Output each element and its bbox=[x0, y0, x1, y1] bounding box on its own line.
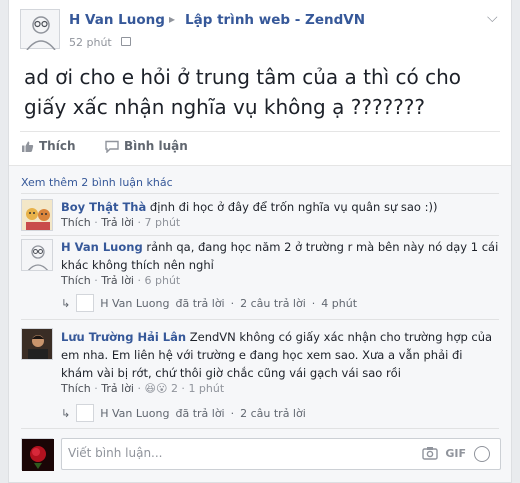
reply-summary[interactable]: ↳ H Van Luong đã trả lời · 2 câu trả lời bbox=[61, 404, 306, 422]
post-group-link[interactable]: Lập trình web - ZendVN bbox=[185, 12, 365, 28]
reply-avatar bbox=[76, 404, 95, 422]
comment-body: H Van Luong rảnh qa, đang học năm 2 ở tr… bbox=[61, 238, 501, 274]
comment-text: định đi học ở đây để trốn nghĩa vụ quân … bbox=[149, 200, 438, 214]
view-more-comments-link[interactable]: Xem thêm 2 bình luận khác bbox=[21, 176, 173, 189]
chevron-down-icon[interactable]: ⌵ bbox=[487, 10, 498, 26]
comment-meta: Thích · Trả lời · 6 phút bbox=[61, 274, 181, 287]
divider bbox=[21, 235, 499, 236]
comment-meta: Thích · Trả lời · 7 phút bbox=[61, 216, 181, 229]
reply-arrow-icon: ↳ bbox=[61, 296, 71, 310]
commenter-name[interactable]: Lưu Trường Hải Lân bbox=[61, 330, 186, 344]
comment-input[interactable] bbox=[68, 446, 398, 460]
comment-composer[interactable]: GIF bbox=[61, 438, 501, 470]
reply-arrow-icon: ↳ bbox=[61, 406, 71, 420]
comment-body: Lưu Trường Hải Lân ZendVN không có giấy … bbox=[61, 328, 496, 382]
like-label: Thích bbox=[39, 139, 76, 153]
comment-like-link[interactable]: Thích bbox=[61, 382, 91, 395]
commenter-name[interactable]: H Van Luong bbox=[61, 240, 143, 254]
group-privacy-icon bbox=[121, 37, 131, 46]
post-body: ad ơi cho e hỏi ở trung tâm của a thì có… bbox=[24, 65, 462, 119]
current-user-avatar bbox=[21, 438, 54, 471]
like-button[interactable]: Thích bbox=[21, 139, 76, 153]
comment-reply-link[interactable]: Trả lời bbox=[101, 382, 134, 395]
reaction-count[interactable]: 2 bbox=[171, 382, 178, 395]
comment-reply-link[interactable]: Trả lời bbox=[101, 216, 134, 229]
divider bbox=[21, 428, 499, 429]
author-avatar[interactable] bbox=[20, 9, 60, 51]
thumbs-up-icon bbox=[22, 141, 34, 152]
commenter-avatar[interactable] bbox=[21, 239, 53, 271]
sticker-icon[interactable] bbox=[474, 446, 490, 462]
divider bbox=[21, 319, 499, 320]
divider bbox=[20, 131, 500, 132]
camera-icon[interactable] bbox=[422, 446, 438, 460]
reply-summary[interactable]: ↳ H Van Luong đã trả lời · 2 câu trả lời… bbox=[61, 294, 357, 312]
commenter-name[interactable]: Boy Thật Thà bbox=[61, 200, 146, 214]
post-author-link[interactable]: H Van Luong bbox=[69, 12, 165, 28]
comment-time[interactable]: 6 phút bbox=[145, 274, 181, 287]
comment-like-link[interactable]: Thích bbox=[61, 216, 91, 229]
reply-avatar bbox=[76, 294, 95, 312]
divider bbox=[21, 193, 499, 194]
comment-like-link[interactable]: Thích bbox=[61, 274, 91, 287]
comment-meta: Thích · Trả lời · 😆😮 2 · 1 phút bbox=[61, 382, 225, 395]
post-timestamp[interactable]: 52 phút bbox=[69, 36, 112, 49]
comment-reply-link[interactable]: Trả lời bbox=[101, 274, 134, 287]
right-arrow-icon: ▸ bbox=[169, 12, 176, 26]
comments-section: Xem thêm 2 bình luận khác Boy Thật Thà đ… bbox=[9, 165, 511, 482]
comment-time[interactable]: 7 phút bbox=[145, 216, 181, 229]
comment-label: Bình luận bbox=[124, 139, 188, 153]
comment-button[interactable]: Bình luận bbox=[105, 139, 188, 153]
commenter-avatar[interactable] bbox=[21, 199, 53, 231]
commenter-avatar[interactable] bbox=[21, 328, 53, 360]
post-card: H Van Luong ▸ Lập trình web - ZendVN 52 … bbox=[8, 0, 512, 483]
gif-button[interactable]: GIF bbox=[445, 447, 466, 460]
comment-time[interactable]: 1 phút bbox=[188, 382, 224, 395]
reaction-icons[interactable]: 😆😮 bbox=[145, 382, 168, 395]
comment-icon bbox=[105, 140, 119, 153]
comment-body: Boy Thật Thà định đi học ở đây để trốn n… bbox=[61, 198, 501, 216]
